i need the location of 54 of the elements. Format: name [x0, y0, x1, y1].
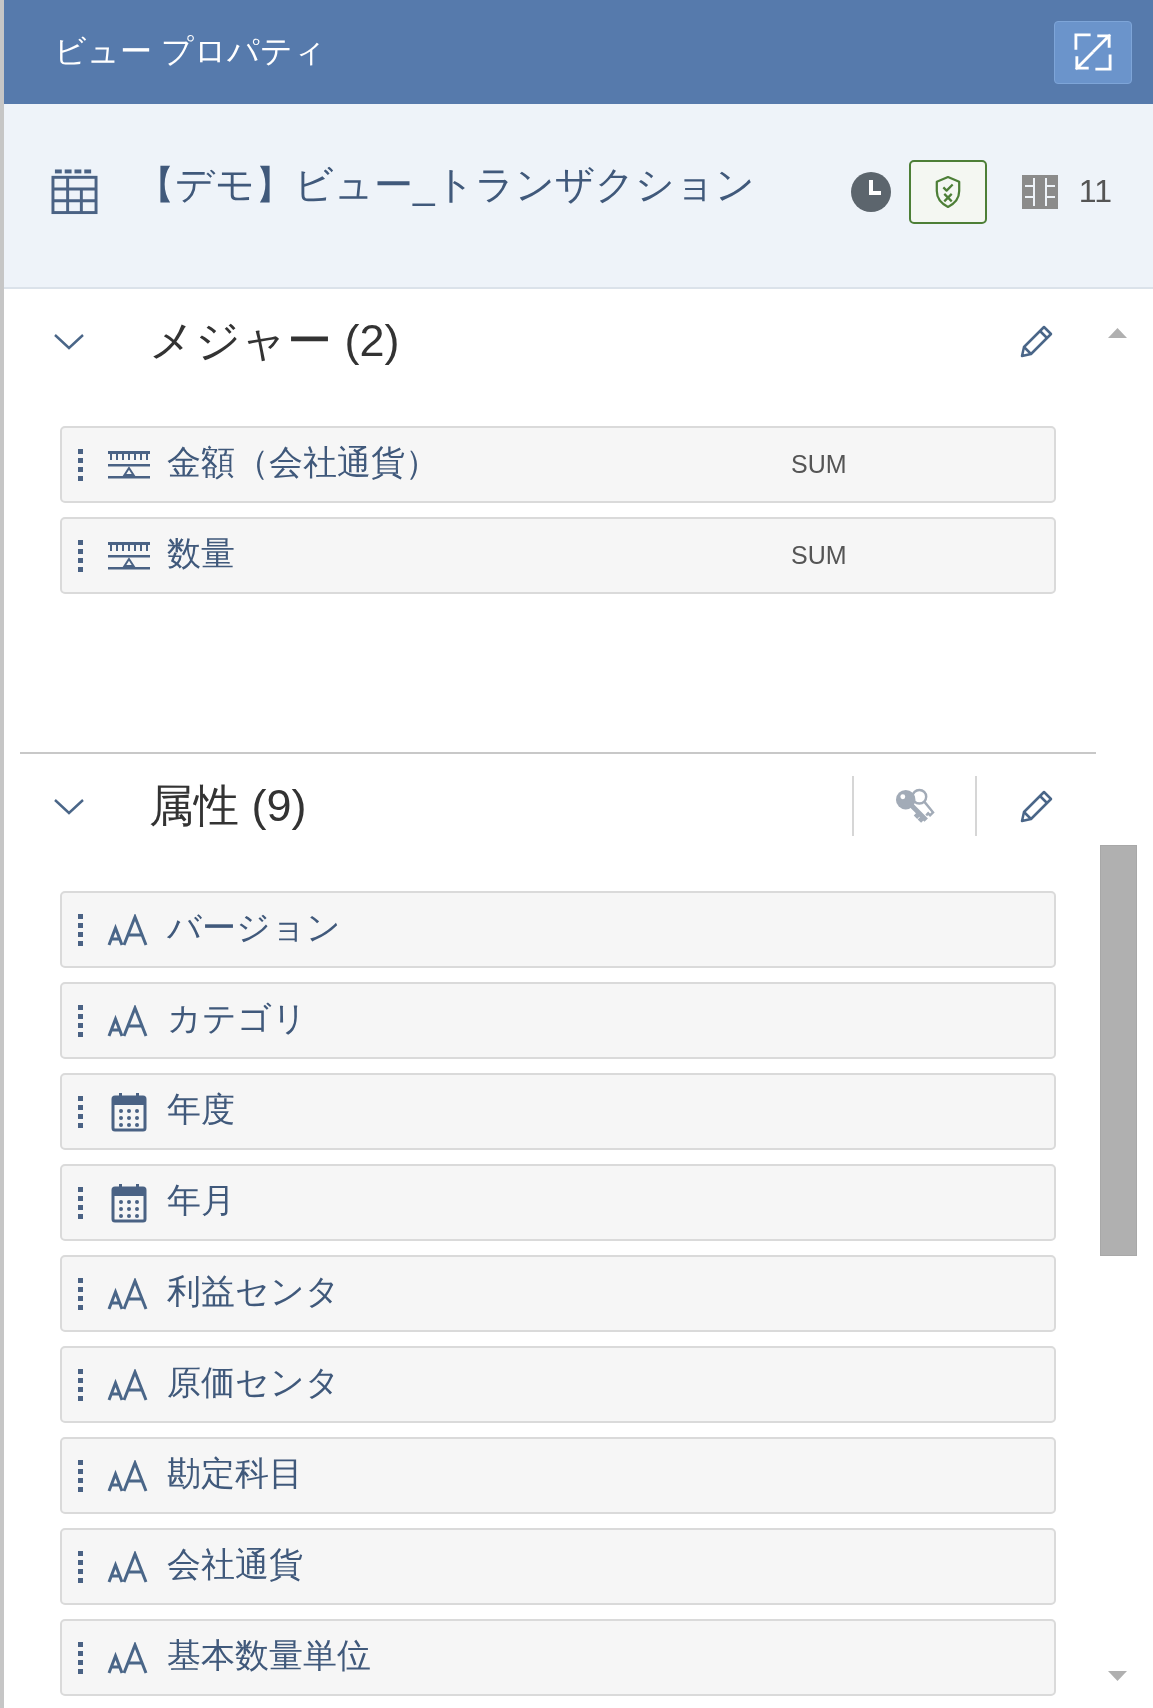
drag-handle-icon[interactable]	[78, 448, 83, 481]
field-row[interactable]: 勘定科目	[60, 1437, 1056, 1514]
aggregation-label: SUM	[791, 541, 847, 570]
calendar-icon	[111, 1091, 147, 1132]
field-row[interactable]: 会社通貨	[60, 1528, 1056, 1605]
section-title: メジャー (2)	[149, 314, 401, 368]
field-row[interactable]: カテゴリ	[60, 982, 1056, 1059]
drag-handle-icon[interactable]	[78, 1004, 83, 1037]
drag-handle-icon[interactable]	[78, 539, 83, 572]
clock-icon[interactable]	[850, 171, 891, 212]
expand-icon	[1074, 33, 1112, 71]
field-row[interactable]: 利益センタ	[60, 1255, 1056, 1332]
field-row[interactable]: 年度	[60, 1073, 1056, 1150]
drag-handle-icon[interactable]	[78, 913, 83, 946]
drag-handle-icon[interactable]	[78, 1095, 83, 1128]
section-title: 属性 (9)	[149, 779, 308, 833]
field-name: 勘定科目	[167, 1452, 304, 1494]
expand-button[interactable]	[1054, 20, 1132, 84]
field-row[interactable]: 基本数量単位	[60, 1619, 1056, 1696]
shield-icon	[933, 174, 962, 209]
drag-handle-icon[interactable]	[78, 1186, 83, 1219]
drag-handle-icon[interactable]	[78, 1550, 83, 1583]
field-name: 会社通貨	[167, 1543, 304, 1585]
field-name: 金額（会社通貨）	[167, 441, 440, 483]
field-row[interactable]: バージョン	[60, 891, 1056, 968]
calendar-icon	[111, 1182, 147, 1223]
field-name: 年月	[167, 1179, 236, 1221]
panel-title: ビュー プロパティ	[54, 32, 327, 71]
pencil-icon[interactable]	[1019, 788, 1055, 824]
drag-handle-icon[interactable]	[78, 1277, 83, 1310]
scrollbar-thumb[interactable]	[1100, 845, 1137, 1256]
field-name: カテゴリ	[167, 997, 308, 1039]
field-row[interactable]: 原価センタ	[60, 1346, 1056, 1423]
aggregation-label: SUM	[791, 450, 847, 479]
field-row[interactable]: 数量 SUM	[60, 517, 1056, 594]
field-name: 基本数量単位	[167, 1634, 372, 1676]
field-row[interactable]: 金額（会社通貨） SUM	[60, 426, 1056, 503]
field-name: 利益センタ	[167, 1270, 341, 1312]
drag-handle-icon[interactable]	[78, 1459, 83, 1492]
field-name: 原価センタ	[167, 1361, 341, 1403]
drag-handle-icon[interactable]	[78, 1641, 83, 1674]
field-name: バージョン	[167, 906, 342, 948]
field-name: 年度	[167, 1088, 236, 1130]
shield-button[interactable]	[908, 159, 987, 224]
film-icon	[1021, 174, 1058, 209]
table-icon	[51, 168, 98, 215]
column-count: 11	[1078, 173, 1112, 210]
ruler-icon	[107, 541, 151, 570]
field-name: 数量	[167, 532, 236, 574]
drag-handle-icon[interactable]	[78, 1368, 83, 1401]
pencil-icon[interactable]	[1019, 323, 1055, 359]
ruler-icon	[107, 450, 151, 479]
field-row[interactable]: 年月	[60, 1164, 1056, 1241]
view-title: 【デモ】ビュー_トランザクション	[136, 161, 756, 208]
